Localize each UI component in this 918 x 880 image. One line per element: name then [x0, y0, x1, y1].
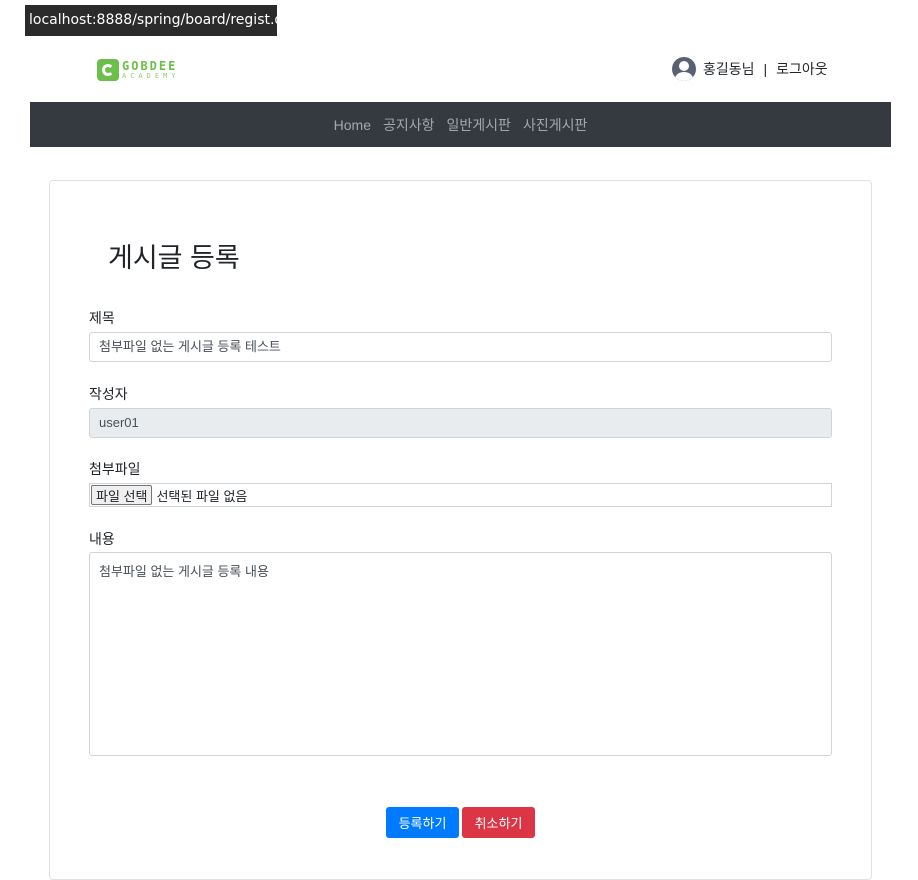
nav-item-notice[interactable]: 공지사항 — [383, 115, 435, 135]
nav-item-home[interactable]: Home — [334, 117, 371, 133]
main-navbar: Home 공지사항 일반게시판 사진게시판 — [30, 102, 891, 147]
avatar-icon — [672, 57, 696, 81]
user-area: 홍길동님 | 로그아웃 — [672, 57, 828, 81]
logo-text: GOBDEE — [122, 59, 178, 73]
attachment-file-input[interactable]: 파일 선택 선택된 파일 없음 — [89, 483, 832, 507]
cancel-button[interactable]: 취소하기 — [462, 807, 535, 838]
site-logo[interactable]: GOBDEE ACADEMY — [97, 59, 181, 83]
logo-mark-icon — [97, 59, 119, 81]
choose-file-button[interactable]: 파일 선택 — [91, 485, 153, 505]
title-label: 제목 — [89, 310, 115, 326]
page-title: 게시글 등록 — [108, 243, 240, 273]
file-status-text: 선택된 파일 없음 — [156, 488, 248, 504]
writer-label: 작성자 — [89, 386, 128, 402]
title-input[interactable]: 첨부파일 없는 게시글 등록 테스트 — [89, 332, 832, 362]
form-card — [49, 180, 872, 880]
nav-item-photo-board[interactable]: 사진게시판 — [523, 115, 587, 135]
logout-link[interactable]: 로그아웃 — [776, 59, 828, 79]
nav-item-general-board[interactable]: 일반게시판 — [447, 115, 511, 135]
content-textarea[interactable]: 첨부파일 없는 게시글 등록 내용 — [89, 552, 832, 756]
submit-button[interactable]: 등록하기 — [386, 807, 459, 838]
logo-subtext: ACADEMY — [122, 72, 180, 80]
writer-input: user01 — [89, 408, 832, 438]
user-name: 홍길동님 — [703, 61, 755, 77]
url-tooltip: localhost:8888/spring/board/regist.do — [25, 5, 292, 36]
attachment-label: 첨부파일 — [89, 461, 141, 477]
user-separator: | — [763, 61, 768, 77]
content-label: 내용 — [89, 531, 115, 547]
